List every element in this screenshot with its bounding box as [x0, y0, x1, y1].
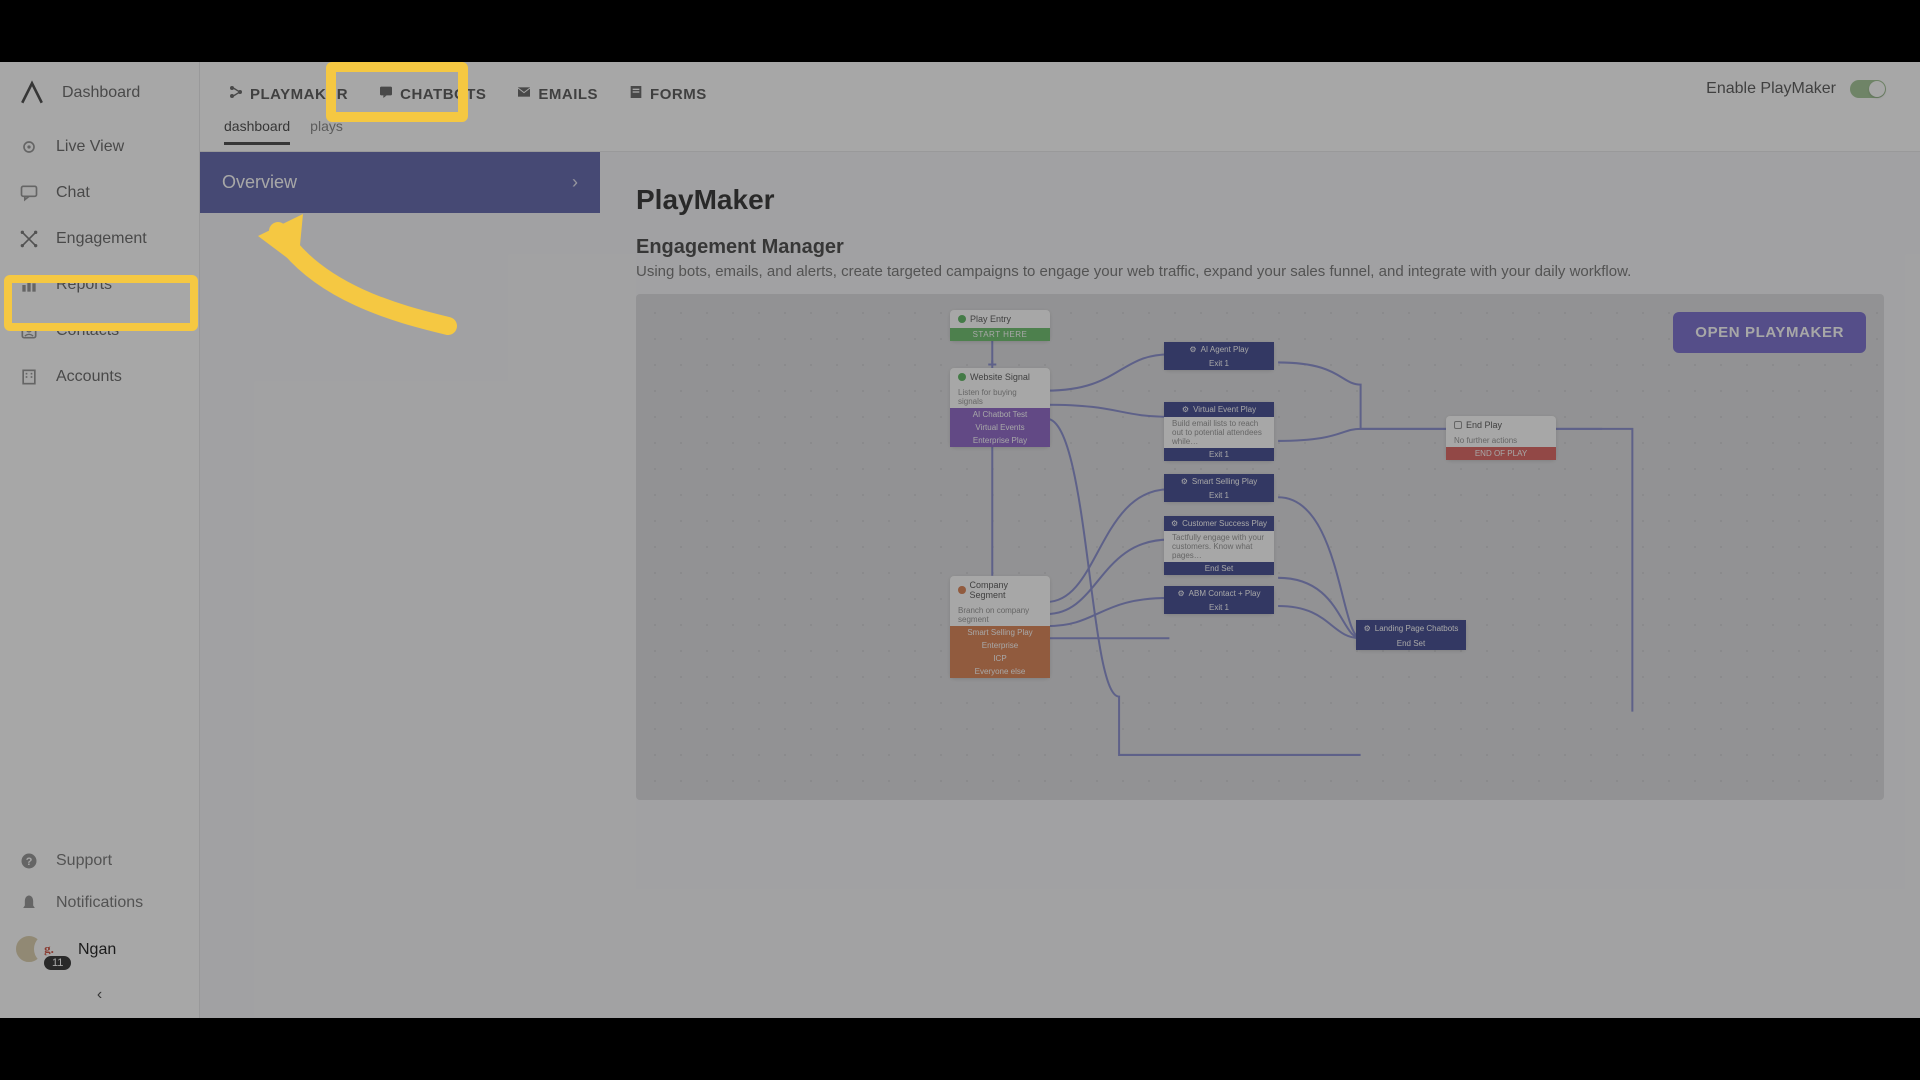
- sidebar-item-support[interactable]: ? Support: [0, 840, 199, 882]
- page-description: Using bots, emails, and alerts, create t…: [636, 263, 1884, 280]
- sidebar-item-label: Engagement: [56, 230, 147, 248]
- sidebar-notifications-label: Notifications: [56, 894, 143, 912]
- node-company-segment[interactable]: Company Segment Branch on company segmen…: [950, 576, 1050, 678]
- tab-label: EMAILS: [538, 86, 598, 103]
- user-name: Ngan: [78, 941, 116, 959]
- page-content: PlayMaker Engagement Manager Using bots,…: [600, 152, 1920, 1018]
- sidebar-item-notifications[interactable]: Notifications: [0, 882, 199, 924]
- enable-playmaker-label: Enable PlayMaker: [1706, 80, 1836, 98]
- page-title: PlayMaker: [636, 184, 1884, 216]
- page-subtitle: Engagement Manager: [636, 236, 1884, 259]
- mail-icon: [516, 84, 532, 104]
- chevron-right-icon: ›: [572, 172, 578, 193]
- node-ai-agent[interactable]: ⚙AI Agent Play Exit 1: [1164, 342, 1274, 370]
- open-playmaker-button[interactable]: OPEN PLAYMAKER: [1673, 312, 1866, 353]
- sidebar-item-dashboard[interactable]: Dashboard: [0, 62, 199, 124]
- form-icon: [628, 84, 644, 104]
- sidebar-item-live-view[interactable]: Live View: [0, 124, 199, 170]
- highlight-engagement: [4, 275, 198, 331]
- highlight-chatbots: [326, 62, 468, 122]
- node-landing-page[interactable]: ⚙Landing Page Chatbots End Set: [1356, 620, 1466, 650]
- sidebar-item-engagement[interactable]: Engagement: [0, 216, 199, 262]
- notification-badge: 11: [42, 954, 73, 972]
- help-icon: ?: [18, 850, 40, 872]
- node-play-entry[interactable]: Play Entry START HERE: [950, 310, 1050, 341]
- enable-playmaker-toggle[interactable]: [1850, 80, 1886, 98]
- sidebar-user[interactable]: g. 11 Ngan: [0, 924, 199, 976]
- bell-icon: [18, 892, 40, 914]
- node-customer-success[interactable]: ⚙Customer Success Play Tactfully engage …: [1164, 516, 1274, 575]
- sidebar-item-chat[interactable]: Chat: [0, 170, 199, 216]
- node-website-signal[interactable]: Website Signal Listen for buying signals…: [950, 368, 1050, 447]
- engagement-icon: [18, 228, 40, 250]
- chevron-left-icon: ‹: [97, 986, 102, 1003]
- node-virtual-event[interactable]: ⚙Virtual Event Play Build email lists to…: [1164, 402, 1274, 461]
- chat-icon: [18, 182, 40, 204]
- node-end-play[interactable]: End Play No further actions END OF PLAY: [1446, 416, 1556, 460]
- collapse-sidebar-button[interactable]: ‹: [0, 976, 199, 1018]
- main-area: PLAYMAKER CHATBOTS EMAILS FORMS: [200, 62, 1920, 1018]
- sidebar-support-label: Support: [56, 852, 112, 870]
- flow-icon: ⚙: [1189, 345, 1196, 354]
- tab-emails[interactable]: EMAILS: [512, 76, 602, 112]
- node-smart-selling[interactable]: ⚙Smart Selling Play Exit 1: [1164, 474, 1274, 502]
- annotation-arrow-icon: [248, 196, 458, 346]
- tab-forms[interactable]: FORMS: [624, 76, 711, 112]
- sidebar: Dashboard Live View Chat Engagement Repo…: [0, 62, 200, 1018]
- subtab-dashboard[interactable]: dashboard: [224, 118, 290, 145]
- overview-label: Overview: [222, 172, 297, 193]
- building-icon: [18, 366, 40, 388]
- svg-text:?: ?: [26, 856, 33, 868]
- sidebar-item-label: Dashboard: [62, 84, 140, 102]
- flow-canvas: OPEN PLAYMAKER: [636, 294, 1884, 800]
- sidebar-item-label: Live View: [56, 138, 124, 156]
- sidebar-item-accounts[interactable]: Accounts: [0, 354, 199, 400]
- flow-icon: [228, 84, 244, 104]
- subtab-plays[interactable]: plays: [310, 118, 343, 145]
- sidebar-item-label: Chat: [56, 184, 90, 202]
- eye-icon: [18, 136, 40, 158]
- node-abm-contact[interactable]: ⚙ABM Contact + Play Exit 1: [1164, 586, 1274, 614]
- tab-label: FORMS: [650, 86, 707, 103]
- logo-icon: [18, 79, 46, 107]
- sidebar-item-label: Accounts: [56, 368, 122, 386]
